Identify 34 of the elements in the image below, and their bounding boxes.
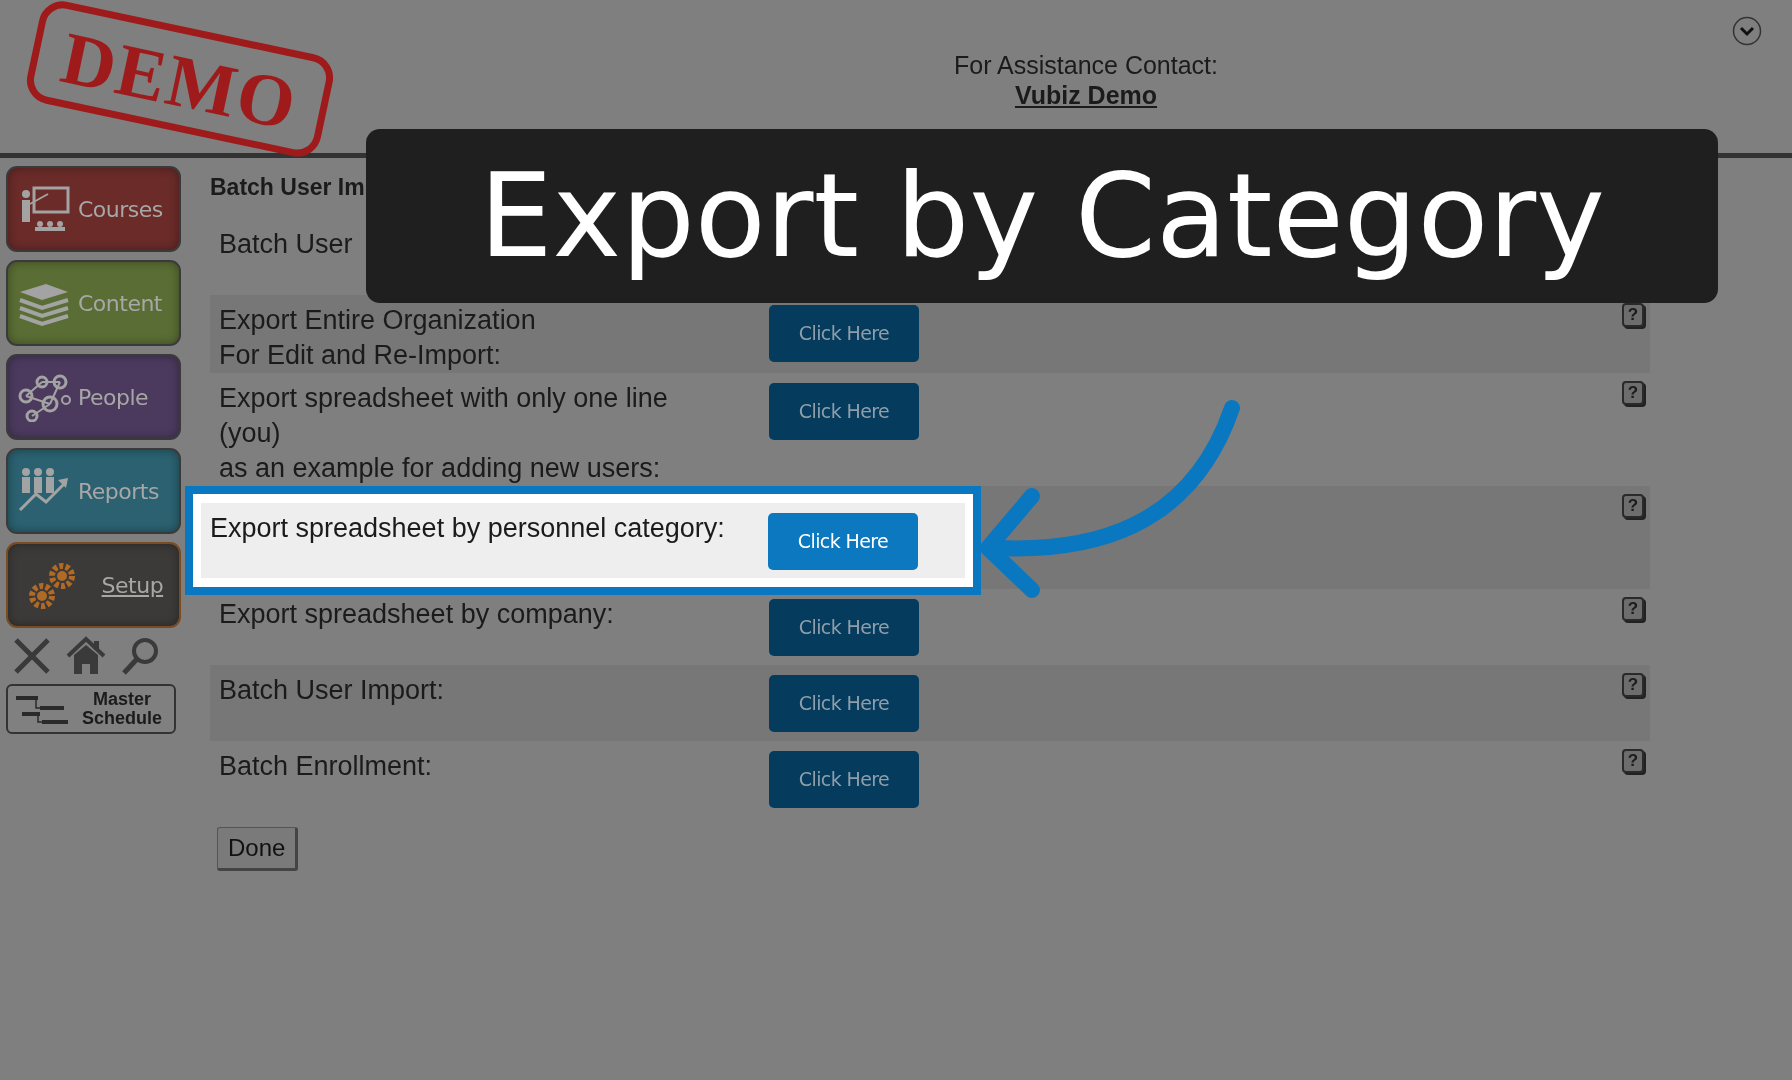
row-label: Batch Enrollment:	[218, 749, 434, 783]
click-here-button[interactable]: Click Here	[769, 674, 919, 732]
nav-button[interactable]: People	[6, 354, 181, 440]
click-here-button[interactable]: Click Here	[769, 598, 919, 656]
done-button[interactable]: Done	[217, 826, 299, 871]
nav-button[interactable]: Courses	[6, 166, 181, 252]
caption-banner: Export by Category	[366, 129, 1718, 303]
assistance-label: For Assistance Contact:	[954, 49, 1218, 80]
click-here-button[interactable]: Click Here	[768, 512, 918, 570]
contact-link[interactable]: Vubiz Demo	[1014, 79, 1158, 110]
click-here-button[interactable]: Click Here	[769, 750, 919, 808]
help-button[interactable]: ?	[1622, 302, 1644, 327]
chevron-down-icon[interactable]	[1732, 16, 1762, 46]
help-button[interactable]: ?	[1622, 672, 1644, 697]
click-here-button[interactable]: Click Here	[769, 304, 919, 362]
row-label: Export spreadsheet by personnel category:	[209, 511, 726, 545]
search-icon[interactable]	[120, 636, 160, 676]
row-label: Batch User Import:	[218, 673, 446, 707]
nav-button[interactable]: Setup	[6, 542, 181, 628]
help-button[interactable]: ?	[1622, 596, 1644, 621]
row-label: Export Entire Organization For Edit and Re-Import:	[218, 303, 537, 372]
row-label: Export spreadsheet by company:	[218, 597, 615, 631]
help-button[interactable]: ?	[1622, 380, 1644, 405]
row-label: Export spreadsheet with only one line (you) as an example for adding new users:	[218, 381, 669, 485]
nav-button[interactable]: Reports	[6, 448, 181, 534]
click-here-button[interactable]: Click Here	[769, 382, 919, 440]
master-schedule-button[interactable]: Master Schedule	[6, 684, 176, 734]
close-icon[interactable]	[12, 636, 52, 676]
network-icon	[16, 372, 72, 422]
nav-button[interactable]: Content	[6, 260, 181, 346]
help-button[interactable]: ?	[1622, 493, 1644, 518]
home-icon[interactable]	[66, 636, 106, 676]
page-title: Batch User Im	[210, 173, 365, 202]
help-button[interactable]: ?	[1622, 748, 1644, 773]
